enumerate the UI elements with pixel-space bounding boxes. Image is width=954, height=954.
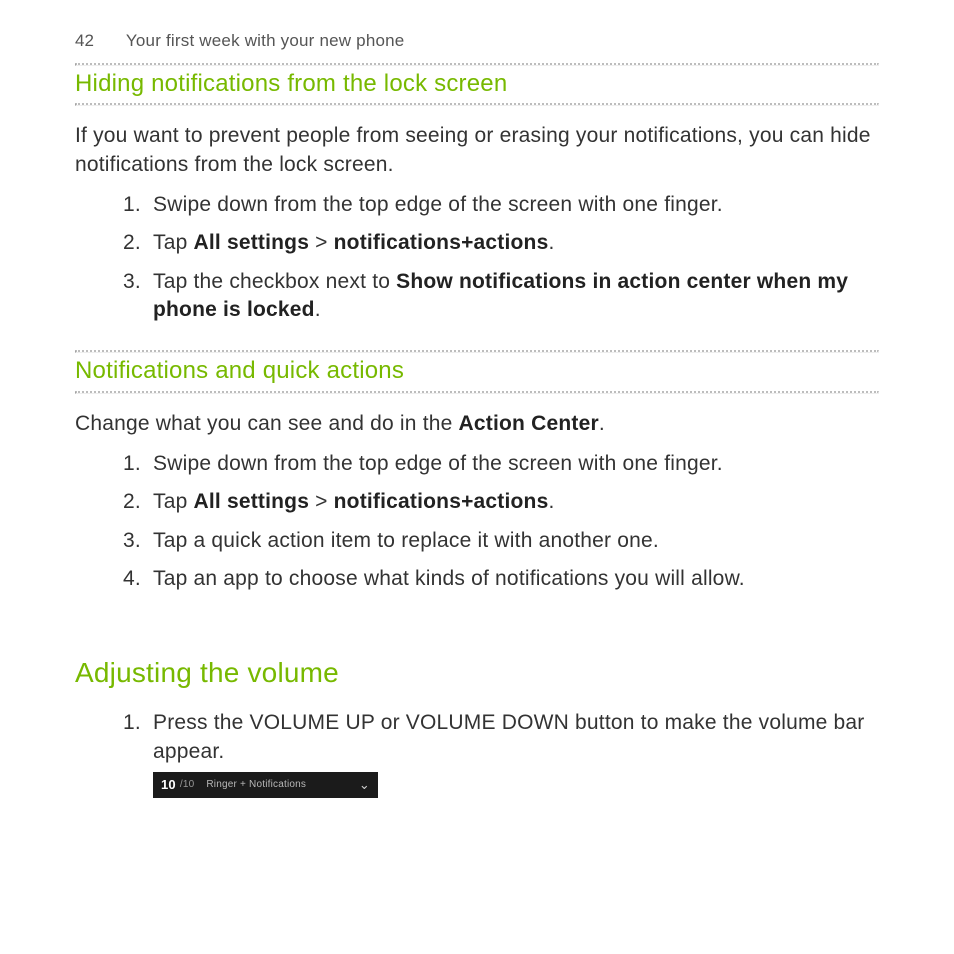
step: Tap an app to choose what kinds of notif…	[147, 565, 879, 593]
volume-max: /10	[180, 778, 195, 792]
step: Tap All settings > notifications+actions…	[147, 229, 879, 257]
section-path: Your first week with your new phone	[126, 30, 405, 53]
step: Swipe down from the top edge of the scre…	[147, 191, 879, 219]
chevron-down-icon: ⌄	[359, 776, 370, 794]
section1-steps: Swipe down from the top edge of the scre…	[75, 191, 879, 324]
section2-intro: Change what you can see and do in the Ac…	[75, 410, 879, 438]
step: Tap a quick action item to replace it wi…	[147, 527, 879, 555]
divider	[75, 350, 879, 353]
step: Tap the checkbox next to Show notificati…	[147, 268, 879, 325]
section-title-adjusting-volume: Adjusting the volume	[75, 654, 879, 692]
step: Tap All settings > notifications+actions…	[147, 488, 879, 516]
section2-steps: Swipe down from the top edge of the scre…	[75, 450, 879, 593]
volume-bar-illustration: 10 /10 Ringer + Notifications ⌄	[153, 772, 378, 798]
page-number: 42	[75, 30, 94, 53]
section-title-hiding: Hiding notifications from the lock scree…	[75, 68, 879, 100]
divider	[75, 103, 879, 106]
step: Swipe down from the top edge of the scre…	[147, 450, 879, 478]
section-title-quick-actions: Notifications and quick actions	[75, 355, 879, 387]
step: Press the VOLUME UP or VOLUME DOWN butto…	[147, 709, 879, 798]
section3-steps: Press the VOLUME UP or VOLUME DOWN butto…	[75, 709, 879, 798]
divider	[75, 63, 879, 66]
volume-label: Ringer + Notifications	[206, 778, 351, 792]
divider	[75, 391, 879, 394]
section1-intro: If you want to prevent people from seein…	[75, 122, 879, 179]
volume-level: 10	[161, 776, 176, 794]
page-header: 42 Your first week with your new phone	[75, 30, 879, 53]
